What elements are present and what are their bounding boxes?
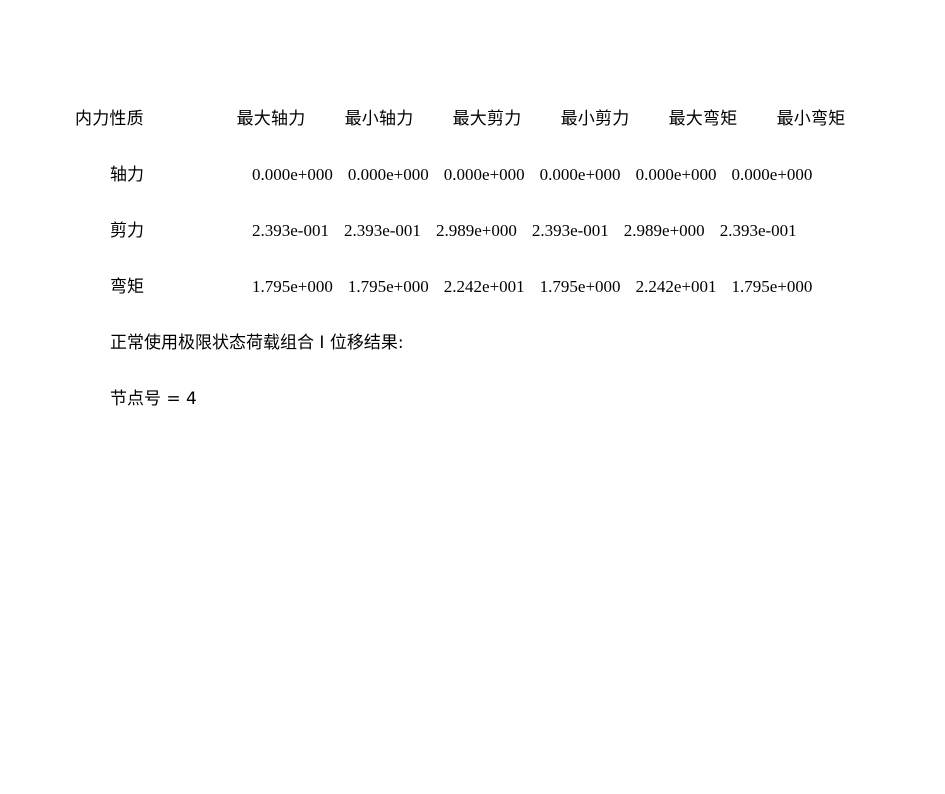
cell-value: 0.000e+000 [635,164,717,184]
cell-value: 2.393e-001 [531,220,609,240]
cell-value: 1.795e+000 [539,276,621,296]
cell-value: 0.000e+000 [731,164,813,184]
cell-value: 2.242e+001 [443,276,525,296]
cell-value: 1.795e+000 [731,276,813,296]
column-header-min-axial: 最小轴力 [344,109,414,129]
cell-value: 2.242e+001 [635,276,717,296]
cell-value: 2.989e+000 [435,220,517,240]
cell-value: 0.000e+000 [539,164,621,184]
section-heading: 正常使用极限状态荷载组合 I 位移结果: [110,332,404,353]
table-row: 剪力 2.393e-001 2.393e-001 2.989e+000 2.393e-0… [75,220,875,243]
cell-value: 1.795e+000 [347,276,429,296]
document-page: 内力性质 最大轴力 最小轴力 最大剪力 最小剪力 最大弯矩 最小弯矩 轴力 0.000e+00… [0,0,945,794]
cell-value: 2.393e-001 [252,220,329,240]
column-header-max-shear: 最大剪力 [452,109,522,129]
column-header-property: 内力性质 [75,109,144,129]
node-number-text: 节点号 = 4 [110,388,197,409]
cell-value: 2.393e-001 [343,220,421,240]
row-label-shear-force: 剪力 [110,220,144,241]
cell-value: 0.000e+000 [443,164,525,184]
row-label-axial-force: 轴力 [110,164,144,185]
node-number-row: 节点号 = 4 [75,388,875,411]
document-body: 内力性质 最大轴力 最小轴力 最大剪力 最小剪力 最大弯矩 最小弯矩 轴力 0.000e+00… [75,108,875,411]
table-row: 轴力 0.000e+000 0.000e+000 0.000e+000 0.000e+0… [75,164,875,187]
column-header-max-moment: 最大弯矩 [668,109,738,129]
table-header-row: 内力性质 最大轴力 最小轴力 最大剪力 最小剪力 最大弯矩 最小弯矩 [75,108,875,131]
cell-value: 1.795e+000 [252,276,333,296]
cell-value: 2.989e+000 [623,220,705,240]
table-row: 弯矩 1.795e+000 1.795e+000 2.242e+001 1.795e+0… [75,276,875,299]
column-header-min-moment: 最小弯矩 [776,109,846,129]
column-header-max-axial: 最大轴力 [236,109,306,129]
cell-value: 2.393e-001 [719,220,797,240]
cell-value: 0.000e+000 [252,164,333,184]
row-label-bending-moment: 弯矩 [110,276,144,297]
section-heading-row: 正常使用极限状态荷载组合 I 位移结果: [75,332,875,355]
column-header-min-shear: 最小剪力 [560,109,630,129]
cell-value: 0.000e+000 [347,164,429,184]
